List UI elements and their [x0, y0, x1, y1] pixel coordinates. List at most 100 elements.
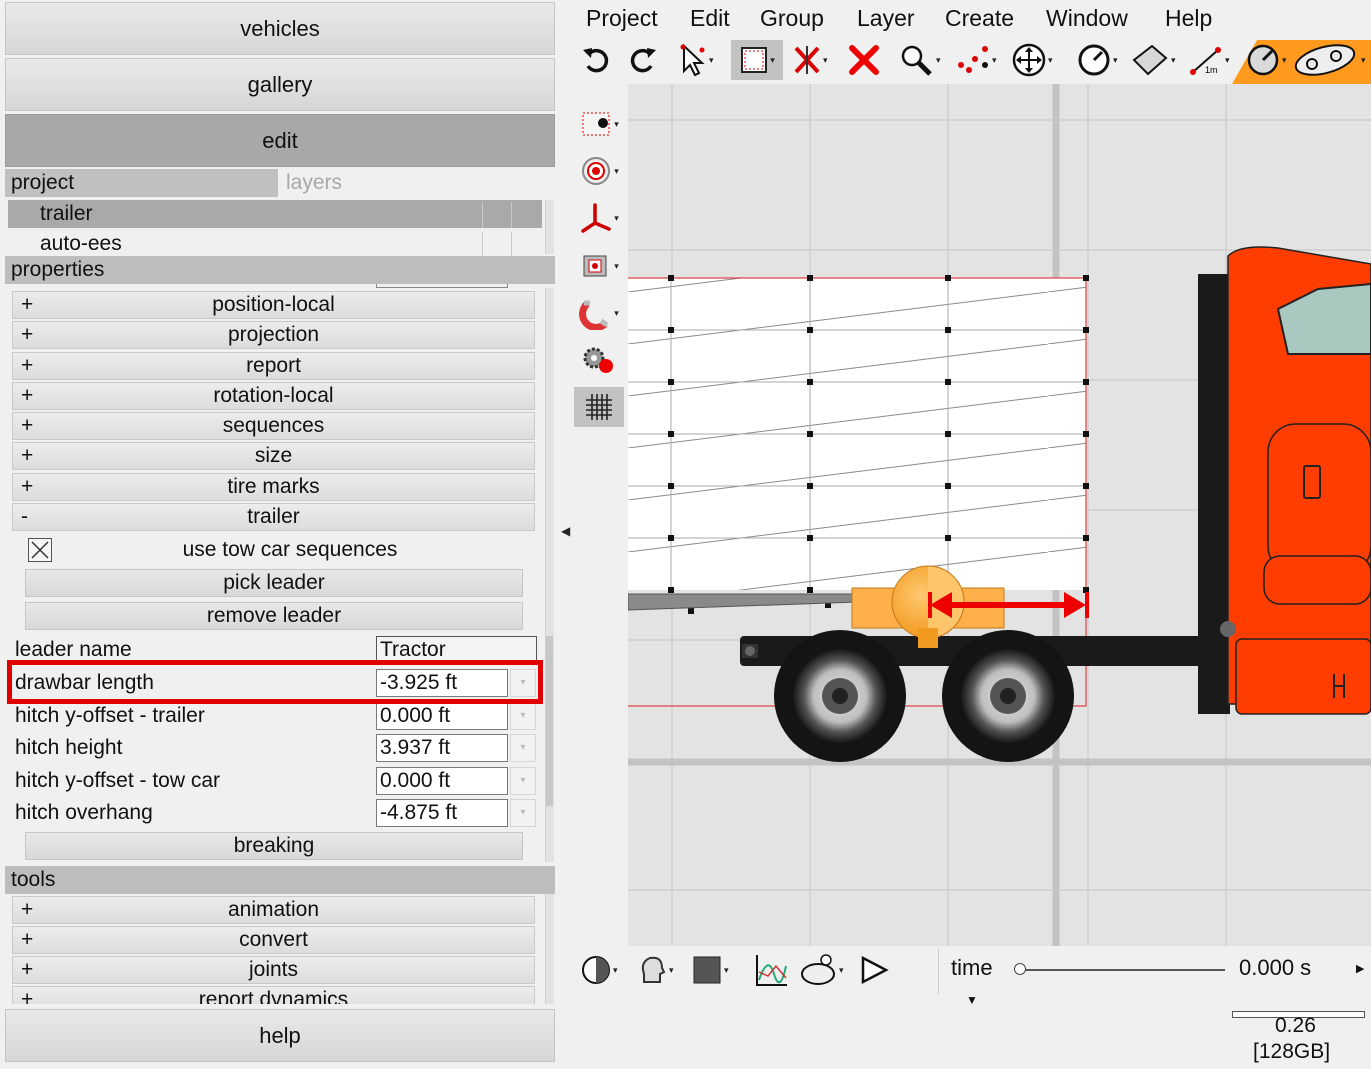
graph-icon[interactable]: [754, 950, 790, 990]
tab-project[interactable]: project: [5, 169, 278, 197]
menu-group[interactable]: Group: [760, 3, 824, 33]
zoom-icon[interactable]: ▾: [899, 40, 941, 80]
grid-icon[interactable]: [574, 387, 624, 427]
prop-group-rotation-local[interactable]: + rotation-local: [12, 382, 535, 410]
properties-scroll-thumb[interactable]: [546, 636, 553, 806]
delete-icon[interactable]: [847, 40, 881, 80]
tool-group-convert[interactable]: + convert: [12, 926, 535, 954]
menu-create[interactable]: Create: [945, 3, 1014, 33]
tool-group-report-dynamics[interactable]: + report dynamics: [12, 986, 535, 1004]
prop-group-trailer[interactable]: - trailer: [12, 503, 535, 531]
color-swatch-icon[interactable]: ▾: [691, 950, 729, 990]
layer-lock-cell[interactable]: [511, 202, 540, 228]
prop-group-size[interactable]: + size: [12, 442, 535, 470]
layer-item-auto-ees[interactable]: auto-ees: [8, 230, 542, 256]
delete-points-icon[interactable]: ▾: [792, 40, 828, 80]
layer-visibility-cell[interactable]: [482, 232, 511, 256]
collapse-panel-arrow[interactable]: ◀: [561, 524, 570, 538]
measure-icon[interactable]: 1m ▾: [1188, 40, 1230, 80]
axes-icon[interactable]: ▾: [574, 198, 624, 238]
magnet-icon[interactable]: ▾: [574, 293, 624, 333]
menu-help[interactable]: Help: [1165, 3, 1212, 33]
use-tow-car-sequences-label: use tow car sequences: [182, 538, 398, 561]
settings-gears-icon[interactable]: [574, 340, 624, 380]
target-icon[interactable]: ▾: [574, 151, 624, 191]
hitch-overhang-spinner[interactable]: ▾: [510, 799, 536, 827]
tool-group-animation[interactable]: + animation: [12, 896, 535, 924]
left-panel: vehicles gallery edit project layers tra…: [0, 0, 560, 1069]
prop-group-projection[interactable]: + projection: [12, 321, 535, 349]
gallery-button[interactable]: gallery: [5, 58, 555, 111]
remove-leader-button[interactable]: remove leader: [25, 602, 523, 630]
time-slider-track[interactable]: [1020, 969, 1225, 971]
head-icon[interactable]: ▾: [636, 950, 674, 990]
breaking-button[interactable]: breaking: [25, 832, 523, 860]
3d-viewport[interactable]: [628, 84, 1371, 946]
menu-project[interactable]: Project: [586, 3, 658, 33]
vehicle-icon[interactable]: ▾: [1290, 40, 1366, 80]
prop-group-position-local[interactable]: + position-local: [12, 291, 535, 319]
group-label: trailer: [247, 505, 300, 528]
play-icon[interactable]: [858, 950, 890, 990]
prop-group-sequences[interactable]: + sequences: [12, 412, 535, 440]
shading-icon[interactable]: ▾: [580, 950, 618, 990]
rear-wheel-2[interactable]: [942, 630, 1074, 762]
hitch-y-offset-trailer-spinner[interactable]: ▾: [510, 702, 536, 730]
layer-lock-cell[interactable]: [511, 232, 540, 256]
move-icon[interactable]: ▾: [1011, 40, 1053, 80]
hitch-overhang-field[interactable]: -4.875 ft: [376, 799, 508, 827]
expand-sign: +: [21, 293, 34, 316]
hitch-y-offset-trailer-field[interactable]: 0.000 ft: [376, 702, 508, 730]
tools-scrollbar[interactable]: [545, 894, 554, 1004]
menu-edit[interactable]: Edit: [690, 3, 730, 33]
expand-sign: +: [21, 928, 34, 951]
undo-icon[interactable]: [580, 40, 612, 80]
prop-group-tire-marks[interactable]: + tire marks: [12, 473, 535, 501]
menu-layer[interactable]: Layer: [857, 3, 915, 33]
layer-item-trailer[interactable]: trailer: [8, 200, 542, 228]
rear-wheel-1[interactable]: [774, 630, 906, 762]
tractor-cab[interactable]: [1198, 246, 1371, 715]
tab-layers[interactable]: layers: [280, 169, 555, 197]
dial-icon[interactable]: ▾: [1076, 40, 1118, 80]
prop-group-report[interactable]: + report: [12, 352, 535, 380]
points-icon[interactable]: ▾: [955, 40, 997, 80]
camera-icon[interactable]: ▾: [574, 104, 624, 144]
time-slider-knob[interactable]: [1014, 963, 1026, 975]
hitch-y-offset-tow-car-spinner[interactable]: ▾: [510, 767, 536, 795]
group-label: report: [246, 354, 301, 377]
group-label: tire marks: [227, 475, 320, 498]
time-next-arrow[interactable]: ▶: [1356, 962, 1364, 975]
hitch-overhang-label: hitch overhang: [15, 801, 153, 824]
vehicles-button[interactable]: vehicles: [5, 2, 555, 55]
gauge-icon[interactable]: ▾: [1245, 40, 1287, 80]
tools-header[interactable]: tools: [5, 866, 555, 894]
time-options-arrow[interactable]: ▼: [966, 993, 978, 1007]
tools-list: + animation + convert + joints + report dyna…: [5, 894, 555, 1004]
projector-icon[interactable]: ▾: [574, 246, 624, 286]
render-vehicle-icon[interactable]: ▾: [798, 950, 844, 990]
group-label: sequences: [222, 414, 325, 437]
surface-icon[interactable]: ▾: [1130, 40, 1176, 80]
layer-visibility-cell[interactable]: [482, 202, 511, 228]
hitch-y-offset-tow-car-field[interactable]: 0.000 ft: [376, 767, 508, 795]
select-pointer-icon[interactable]: ▾: [678, 40, 714, 80]
use-tow-car-sequences-checkbox[interactable]: [28, 538, 52, 562]
memory-value: 0.26: [1275, 1014, 1316, 1037]
hitch-y-offset-trailer-label: hitch y-offset - trailer: [15, 704, 205, 727]
layers-scrollbar[interactable]: [545, 200, 554, 254]
properties-header[interactable]: properties: [5, 256, 555, 284]
menu-window[interactable]: Window: [1046, 3, 1128, 33]
expand-sign: +: [21, 958, 34, 981]
edit-button[interactable]: edit: [5, 114, 555, 167]
group-label: animation: [227, 898, 320, 921]
hitch-height-spinner[interactable]: ▾: [510, 734, 536, 762]
expand-sign: +: [21, 444, 34, 467]
pick-leader-button[interactable]: pick leader: [25, 569, 523, 597]
hitch-height-field[interactable]: 3.937 ft: [376, 734, 508, 762]
tool-group-joints[interactable]: + joints: [12, 956, 535, 984]
group-label: joints: [248, 958, 299, 981]
redo-icon[interactable]: [627, 40, 659, 80]
help-button[interactable]: help: [5, 1009, 555, 1062]
select-box-icon[interactable]: ▾: [731, 40, 783, 80]
